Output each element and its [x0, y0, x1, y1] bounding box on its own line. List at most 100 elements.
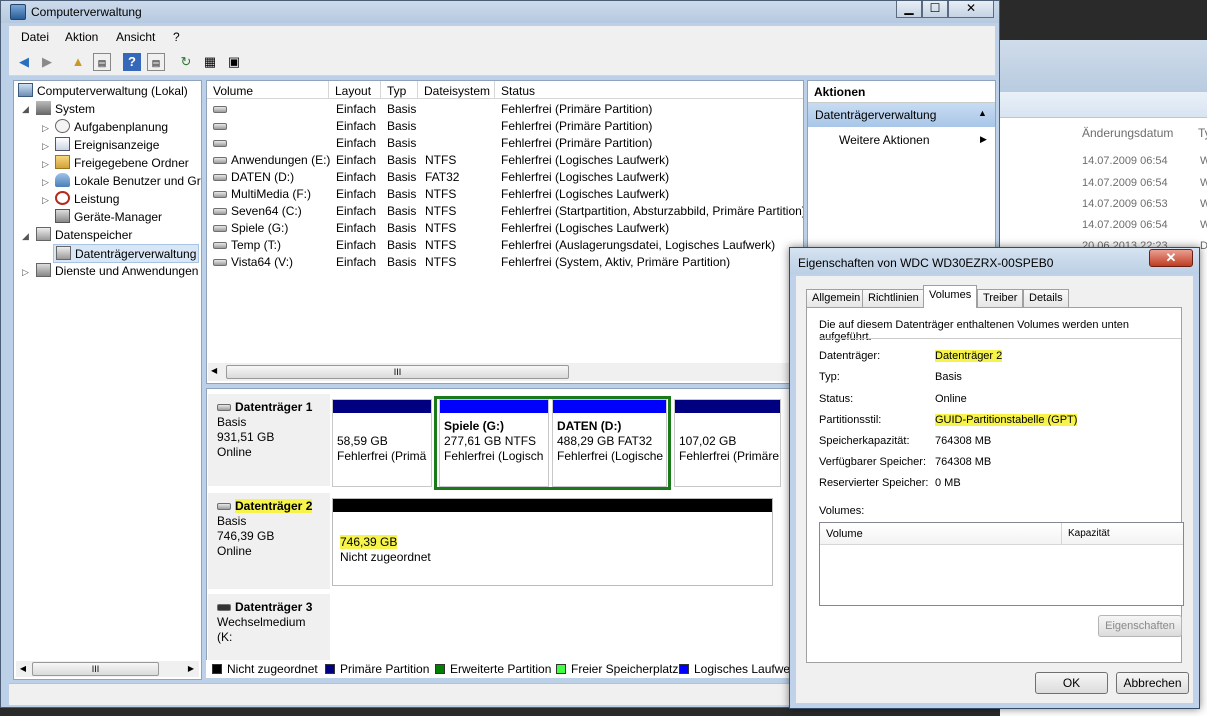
ok-button[interactable]: OK — [1035, 672, 1108, 694]
settings-icon[interactable]: ▣ — [225, 53, 243, 71]
dialog-body: Allgemein Richtlinien Volumes Treiber De… — [796, 276, 1193, 703]
volume-row-volume[interactable]: Anwendungen (E:) — [213, 153, 330, 167]
collapse-triangle-icon[interactable]: ▲ — [978, 108, 987, 118]
disk1-partition[interactable]: 107,02 GB Fehlerfrei (Primäre — [674, 399, 781, 487]
tree-item-system[interactable]: System — [36, 101, 95, 116]
partition-bar — [333, 400, 431, 413]
column-header-type[interactable]: Ty — [1198, 126, 1207, 140]
collapse-arrow-icon[interactable]: ◢ — [22, 104, 29, 115]
volume-properties-button[interactable]: Eigenschaften — [1098, 615, 1182, 637]
expand-arrow-icon[interactable]: ▷ — [22, 267, 29, 278]
tree-item-root[interactable]: Computerverwaltung (Lokal) — [18, 83, 188, 98]
volume-row-volume[interactable]: Spiele (G:) — [213, 221, 288, 235]
prop-label-speicherkapazitaet: Speicherkapazität: — [819, 435, 910, 447]
disk1-label[interactable]: Datenträger 1 Basis 931,51 GB Online — [208, 394, 330, 486]
partition-size: 277,61 GB NTFS — [444, 434, 537, 448]
volume-row-volume[interactable] — [213, 136, 231, 150]
volume-row-status: Fehlerfrei (Logisches Laufwerk) — [501, 170, 669, 184]
disk1-partition[interactable]: 58,59 GB Fehlerfrei (Primä — [332, 399, 432, 487]
volume-cell-text: Fehlerfrei (Auslagerungsdatei, Logisches… — [501, 238, 776, 252]
menu-aktion[interactable]: Aktion — [65, 30, 98, 44]
volume-row-volume[interactable]: MultiMedia (F:) — [213, 187, 311, 201]
expand-arrow-icon[interactable]: ▷ — [42, 123, 49, 134]
actions-section-datentraegerverwaltung[interactable]: Datenträgerverwaltung ▲ — [808, 103, 995, 127]
volume-row-fs: NTFS — [425, 187, 456, 201]
tab-treiber[interactable]: Treiber — [977, 289, 1024, 307]
refresh-icon[interactable]: ↻ — [177, 53, 195, 71]
minimize-button[interactable]: ▁ — [896, 1, 922, 18]
scroll-right-icon[interactable]: ▶ — [184, 664, 198, 673]
scroll-left-icon[interactable]: ◀ — [16, 664, 30, 673]
column-header-layout[interactable]: Layout — [329, 81, 381, 99]
volumes-listview[interactable]: Volume Kapazität — [819, 522, 1184, 606]
volume-row-volume[interactable]: Temp (T:) — [213, 238, 281, 252]
volume-row-typ: Basis — [387, 153, 416, 167]
actions-weitere-aktionen[interactable]: Weitere Aktionen ▶ — [839, 133, 989, 147]
column-header-status[interactable]: Status — [495, 81, 803, 99]
column-header-date[interactable]: Änderungsdatum — [1082, 126, 1173, 140]
tree-item-aufgabenplanung[interactable]: Aufgabenplanung — [55, 119, 168, 134]
expand-arrow-icon[interactable]: ▷ — [42, 195, 49, 206]
expand-arrow-icon[interactable]: ▷ — [42, 177, 49, 188]
menu-ansicht[interactable]: Ansicht — [116, 30, 155, 44]
dialog-close-button[interactable]: ✕ — [1149, 249, 1193, 267]
title-bar[interactable]: Computerverwaltung ▁ ☐ ✕ — [1, 1, 999, 23]
tab-richtlinien[interactable]: Richtlinien — [862, 289, 925, 307]
collapse-arrow-icon[interactable]: ◢ — [22, 231, 29, 242]
column-header-dateisystem[interactable]: Dateisystem — [418, 81, 495, 99]
properties-dialog: Eigenschaften von WDC WD30EZRX-00SPEB0 ✕… — [789, 247, 1200, 709]
tree-item-datenspeicher[interactable]: Datenspeicher — [36, 227, 132, 242]
tree-item-freigegebene-ordner[interactable]: Freigegebene Ordner — [55, 155, 189, 170]
menu-datei[interactable]: Datei — [21, 30, 49, 44]
back-arrow-icon[interactable]: ◀ — [15, 53, 33, 71]
column-header-volume[interactable]: Volume — [207, 81, 329, 99]
legend-item: Nicht zugeordnet — [212, 662, 318, 676]
expand-arrow-icon[interactable]: ▷ — [42, 159, 49, 170]
up-folder-icon[interactable]: ▲ — [69, 53, 87, 71]
help-icon[interactable]: ? — [123, 53, 141, 71]
forward-arrow-icon[interactable]: ▶ — [38, 53, 56, 71]
show-tree-icon[interactable]: ▤ — [93, 53, 111, 71]
tree-item-ereignisanzeige[interactable]: Ereignisanzeige — [55, 137, 159, 152]
volume-row-volume[interactable] — [213, 119, 231, 133]
disk1-partition-spiele[interactable]: Spiele (G:) 277,61 GB NTFS Fehlerfrei (L… — [439, 399, 549, 487]
volume-cell-text: Basis — [387, 204, 417, 218]
column-header-volume[interactable]: Volume — [820, 523, 1062, 545]
volume-row-volume[interactable]: Vista64 (V:) — [213, 255, 293, 269]
tree-item-dienste[interactable]: Dienste und Anwendungen — [36, 263, 198, 278]
tree-item-geraete-manager[interactable]: Geräte-Manager — [55, 209, 162, 224]
scroll-thumb[interactable]: III — [32, 662, 159, 676]
bg-row-date: 14.07.2009 06:54 — [1082, 155, 1168, 167]
volume-row-volume[interactable] — [213, 102, 231, 116]
volume-row-volume[interactable]: DATEN (D:) — [213, 170, 294, 184]
cancel-button[interactable]: Abbrechen — [1116, 672, 1189, 694]
tab-allgemein[interactable]: Allgemein — [806, 289, 867, 307]
column-header-typ[interactable]: Typ — [381, 81, 418, 99]
tree-item-leistung[interactable]: Leistung — [55, 191, 119, 206]
tab-volumes[interactable]: Volumes — [923, 285, 978, 308]
maximize-button[interactable]: ☐ — [922, 1, 948, 18]
dialog-title-bar[interactable]: Eigenschaften von WDC WD30EZRX-00SPEB0 ✕ — [790, 248, 1199, 274]
volume-cell-text: NTFS — [425, 187, 457, 201]
action-pane-icon[interactable]: ▤ — [147, 53, 165, 71]
column-header-kapazitaet[interactable]: Kapazität — [1062, 523, 1183, 545]
disk2-label[interactable]: Datenträger 2 Basis 746,39 GB Online — [208, 493, 330, 589]
tab-details[interactable]: Details — [1023, 289, 1069, 307]
menu-help[interactable]: ? — [173, 30, 180, 44]
disk1-partition-daten[interactable]: DATEN (D:) 488,29 GB FAT32 Fehlerfrei (L… — [552, 399, 667, 487]
volume-list-scrollbar[interactable]: ◀ III — [208, 363, 802, 381]
tree-item-datentraegerverwaltung[interactable]: Datenträgerverwaltung — [53, 244, 200, 263]
scroll-thumb[interactable]: III — [226, 365, 569, 379]
tree-horizontal-scrollbar[interactable]: ◀ III ▶ — [16, 661, 199, 677]
scroll-left-icon[interactable]: ◀ — [211, 366, 217, 375]
volume-row-fs: FAT32 — [425, 170, 459, 184]
tree-item-lokale-benutzer[interactable]: Lokale Benutzer und Gr — [55, 173, 201, 188]
close-button[interactable]: ✕ — [948, 1, 994, 18]
disk2-unallocated-partition[interactable]: 746,39 GB Nicht zugeordnet — [332, 498, 773, 586]
expand-arrow-icon[interactable]: ▷ — [42, 141, 49, 152]
volume-row-volume[interactable]: Seven64 (C:) — [213, 204, 302, 218]
properties-icon[interactable]: ▦ — [201, 53, 219, 71]
prop-label-datentraeger: Datenträger: — [819, 350, 881, 362]
volume-row-typ: Basis — [387, 187, 416, 201]
volume-row-status: Fehlerfrei (Logisches Laufwerk) — [501, 221, 669, 235]
